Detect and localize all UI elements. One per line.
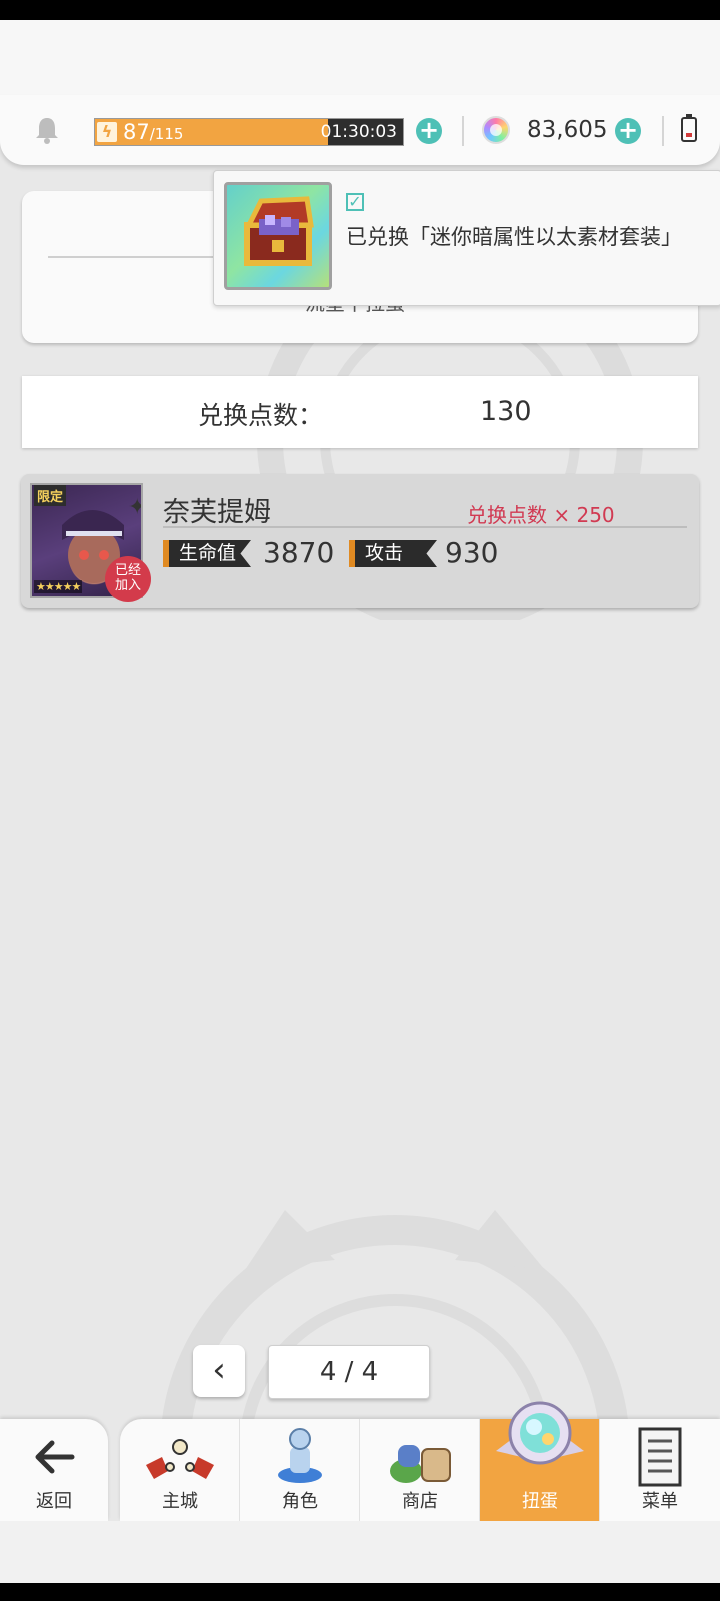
- divider: [662, 116, 664, 146]
- stamina-timer: 01:30:03: [320, 122, 397, 142]
- nav-character-label: 角色: [282, 1491, 318, 1512]
- sparkle-icon: ✦: [128, 495, 141, 520]
- nav-character[interactable]: 角色: [240, 1419, 360, 1521]
- joined-badge: 已经 加入: [105, 556, 151, 602]
- exchange-cost: 兑换点数 × 250: [467, 503, 615, 527]
- add-gems-button[interactable]: +: [615, 118, 641, 144]
- battery-icon: [681, 117, 697, 142]
- shop-icon: [390, 1445, 451, 1483]
- toast-message: 已兑换「迷你暗属性以太素材套装」: [346, 225, 682, 249]
- exchange-toast: ✓ 已兑换「迷你暗属性以太素材套装」: [213, 170, 720, 306]
- stamina-bar: ϟ 87/115 01:30:03: [94, 118, 404, 146]
- menu-icon: [638, 1427, 682, 1487]
- bottom-strip: [0, 1521, 720, 1583]
- town-icon: [146, 1439, 214, 1479]
- points-value: 130: [480, 396, 532, 427]
- system-nav-bar: [0, 1583, 720, 1601]
- back-button[interactable]: 返回: [0, 1419, 108, 1521]
- nav-town-label: 主城: [162, 1491, 198, 1512]
- checkbox-icon: ✓: [346, 193, 364, 211]
- prev-page-button[interactable]: ‹: [193, 1345, 245, 1397]
- gacha-icon: [496, 1401, 584, 1465]
- nav-menu[interactable]: 菜单: [600, 1419, 720, 1521]
- divider: [462, 116, 464, 146]
- back-arrow-icon: [35, 1440, 75, 1474]
- top-spacer: [0, 20, 720, 100]
- back-label: 返回: [36, 1491, 72, 1512]
- character-icon: [278, 1428, 322, 1483]
- nav-shop-label: 商店: [402, 1491, 438, 1512]
- rainbow-orb-icon: [482, 116, 510, 144]
- character-name: 奈芙提姆: [163, 497, 271, 528]
- limited-badge: 限定: [34, 485, 67, 506]
- hp-label: 生命值: [163, 540, 251, 567]
- star-rating: ★★★★★: [34, 580, 83, 593]
- nav-town[interactable]: 主城: [120, 1419, 240, 1521]
- lightning-icon: ϟ: [97, 122, 117, 142]
- name-underline: [163, 526, 687, 528]
- atk-label: 攻击: [349, 540, 437, 567]
- stamina-value: 87/115: [123, 120, 184, 144]
- nav-shop[interactable]: 商店: [360, 1419, 480, 1521]
- gem-count: 83,605: [527, 117, 608, 143]
- hp-value: 3870: [263, 536, 335, 569]
- nav-menu-label: 菜单: [642, 1491, 678, 1512]
- add-stamina-button[interactable]: +: [416, 118, 442, 144]
- bottom-navigation: 主城 角色 商店 扭蛋 菜单: [120, 1401, 720, 1521]
- status-bar: [0, 0, 720, 20]
- exchange-points-box: 兑换点数： 130: [22, 376, 698, 448]
- points-label: 兑换点数：: [198, 401, 324, 430]
- treasure-chest-icon: [224, 182, 332, 290]
- atk-value: 930: [445, 536, 499, 569]
- bell-icon[interactable]: [34, 116, 60, 144]
- nav-gacha[interactable]: 扭蛋: [480, 1401, 600, 1521]
- character-list-item[interactable]: 限定 ★★★★★ ✦ 已经加入 奈芙提姆 兑换点数 × 250 生命值 3870…: [21, 474, 699, 608]
- page-indicator: 4 / 4: [268, 1345, 430, 1399]
- nav-gacha-label: 扭蛋: [522, 1491, 558, 1512]
